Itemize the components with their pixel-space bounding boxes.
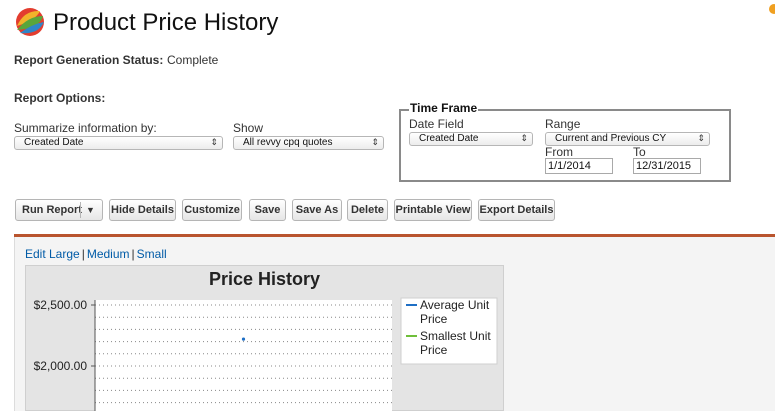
- customize-button[interactable]: Customize: [182, 199, 242, 221]
- range-select[interactable]: Current and Previous CY ⇕: [545, 132, 710, 146]
- link-separator: |: [81, 247, 85, 261]
- summarize-label: Summarize information by:: [14, 121, 157, 135]
- hide-details-button[interactable]: Hide Details: [109, 199, 176, 221]
- notification-badge-icon: [769, 4, 775, 14]
- select-arrows-icon: ⇕: [697, 133, 705, 143]
- small-link[interactable]: Small: [137, 247, 167, 261]
- status-value: Complete: [167, 53, 219, 67]
- y-tick-label: $2,000.00: [34, 359, 88, 373]
- legend-label: Price: [420, 343, 448, 357]
- legend-label: Smallest Unit: [420, 329, 491, 343]
- to-date-input[interactable]: 12/31/2015: [633, 158, 701, 174]
- show-label: Show: [233, 121, 264, 135]
- show-select-value: All revvy cpq quotes: [243, 137, 333, 148]
- printable-view-button[interactable]: Printable View: [394, 199, 472, 221]
- from-date-input[interactable]: 1/1/2014: [545, 158, 613, 174]
- save-as-button[interactable]: Save As: [292, 199, 342, 221]
- split-divider: [80, 202, 81, 218]
- select-arrows-icon: ⇕: [371, 137, 379, 147]
- report-options-heading: Report Options:: [14, 91, 106, 105]
- plot-area: [95, 300, 392, 411]
- summarize-select[interactable]: Created Date ⇕: [14, 136, 223, 150]
- date-field-select[interactable]: Created Date ⇕: [409, 132, 533, 146]
- select-arrows-icon: ⇕: [520, 133, 528, 143]
- run-report-button[interactable]: Run Report ▼: [15, 199, 103, 221]
- range-select-value: Current and Previous CY: [555, 133, 667, 144]
- time-frame-legend: Time Frame: [409, 101, 479, 115]
- show-select[interactable]: All revvy cpq quotes ⇕: [233, 136, 384, 150]
- delete-button[interactable]: Delete: [347, 199, 388, 221]
- save-button[interactable]: Save: [249, 199, 286, 221]
- run-report-dropdown-icon[interactable]: ▼: [86, 200, 95, 220]
- link-separator: |: [131, 247, 135, 261]
- page-title: Product Price History: [53, 9, 279, 36]
- data-point: [241, 337, 246, 341]
- edit-large-link[interactable]: Edit Large: [25, 247, 80, 261]
- select-arrows-icon: ⇕: [210, 137, 218, 147]
- chart-size-links: Edit Large | Medium | Small: [25, 247, 167, 261]
- chart-title: Price History: [209, 269, 320, 289]
- export-details-button[interactable]: Export Details: [478, 199, 555, 221]
- y-tick-label: $2,500.00: [34, 298, 88, 312]
- price-history-chart: Price History $2,500.00 $2,000.00 Average U…: [34, 269, 498, 411]
- summarize-select-value: Created Date: [24, 137, 84, 148]
- date-field-select-value: Created Date: [419, 133, 479, 144]
- status-label: Report Generation Status:: [14, 53, 164, 67]
- date-field-label: Date Field: [409, 117, 464, 131]
- to-label: To: [633, 145, 646, 159]
- app-logo-icon: [16, 8, 44, 36]
- from-label: From: [545, 145, 573, 159]
- medium-link[interactable]: Medium: [87, 247, 130, 261]
- range-label: Range: [545, 117, 581, 131]
- legend-label: Average Unit: [420, 298, 490, 312]
- legend-label: Price: [420, 312, 448, 326]
- run-report-label: Run Report: [22, 204, 82, 216]
